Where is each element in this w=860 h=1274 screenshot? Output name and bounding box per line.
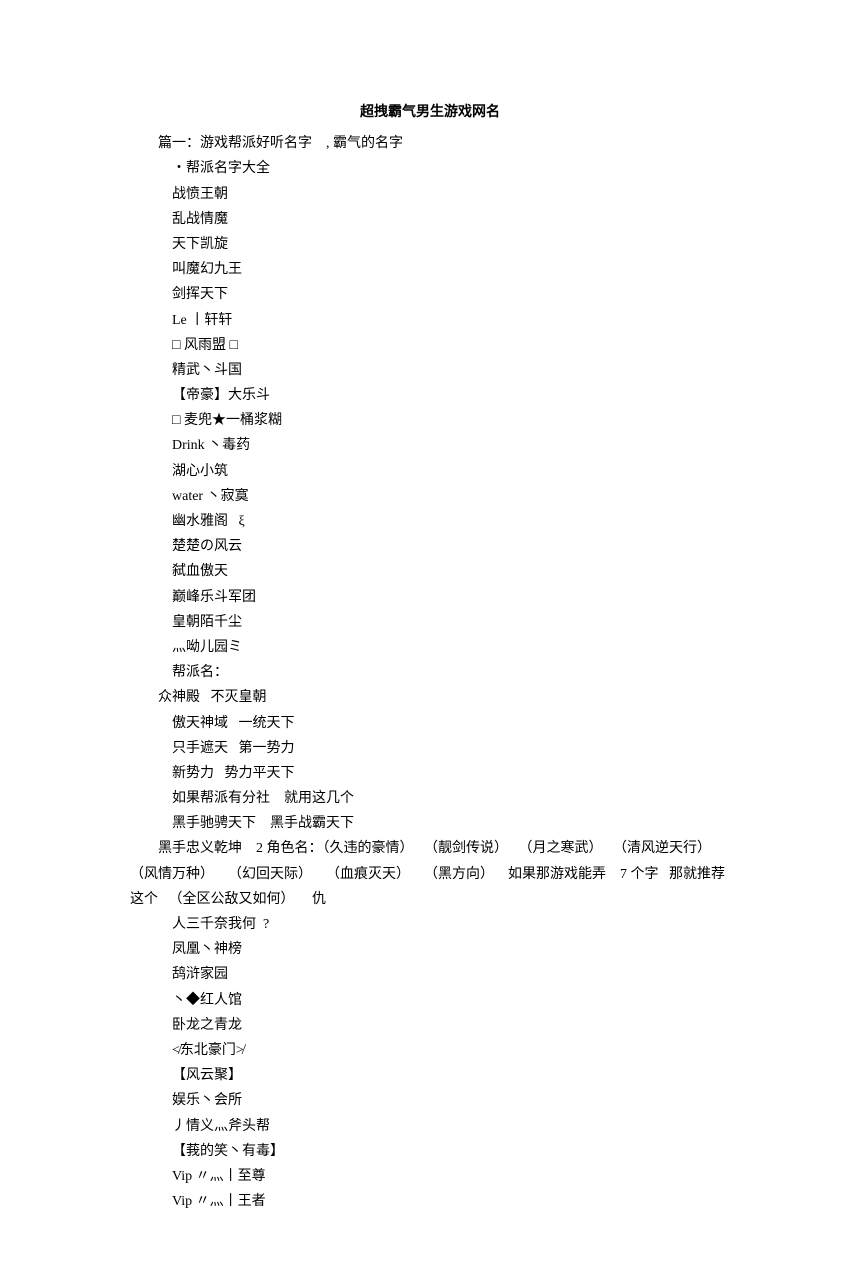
- name-line: 剑挥天下: [130, 282, 730, 307]
- name-line: 巅峰乐斗军团: [130, 585, 730, 610]
- name-line: 天下凯旋: [130, 232, 730, 257]
- name-line: Vip 〃灬丨王者: [130, 1189, 730, 1214]
- name-line: 黑手驰骋天下 黑手战霸天下: [130, 811, 730, 836]
- name-line: 傲天神域 一统天下: [130, 711, 730, 736]
- name-line: 众神殿 不灭皇朝: [130, 685, 730, 710]
- name-line: 丶◆红人馆: [130, 988, 730, 1013]
- paragraph-line: 这个 （全区公敌又如何） 仇: [130, 887, 730, 912]
- document-title: 超拽霸气男生游戏网名: [130, 100, 730, 125]
- name-line: 丿情义灬斧头帮: [130, 1114, 730, 1139]
- name-line: Drink 丶毒药: [130, 433, 730, 458]
- name-line: 娱乐丶会所: [130, 1088, 730, 1113]
- name-line: □ 麦兜★一桶浆糊: [130, 408, 730, 433]
- name-line: 鸹浒家园: [130, 962, 730, 987]
- name-line: 精武丶斗国: [130, 358, 730, 383]
- section-header: 篇一：游戏帮派好听名字 , 霸气的名字: [130, 131, 730, 156]
- name-line: 【莪的笑丶有毒】: [130, 1139, 730, 1164]
- name-line: 乱战情魔: [130, 207, 730, 232]
- name-line: 湖心小筑: [130, 459, 730, 484]
- name-line: 新势力 势力平天下: [130, 761, 730, 786]
- name-line: 只手遮天 第一势力: [130, 736, 730, 761]
- name-line: 帮派名：: [130, 660, 730, 685]
- name-line: Vip 〃灬丨至尊: [130, 1164, 730, 1189]
- name-line: ≮东北豪门≯: [130, 1038, 730, 1063]
- name-line: water 丶寂寞: [130, 484, 730, 509]
- name-line: 叫魔幻九王: [130, 257, 730, 282]
- name-line: 战愤王朝: [130, 182, 730, 207]
- name-line: 弑血傲天: [130, 559, 730, 584]
- name-line: 【风云聚】: [130, 1063, 730, 1088]
- name-line: 楚楚の风云: [130, 534, 730, 559]
- name-line: □ 风雨盟 □: [130, 333, 730, 358]
- name-line: 卧龙之青龙: [130, 1013, 730, 1038]
- paragraph-line: （风情万种） （幻回天际） （血痕灭天） （黑方向） 如果那游戏能弄 7 个字 …: [130, 862, 730, 887]
- subtitle: ・帮派名字大全: [130, 156, 730, 181]
- name-line: 皇朝陌千尘: [130, 610, 730, 635]
- name-line: 【帝豪】大乐斗: [130, 383, 730, 408]
- paragraph-line: 黑手忠义乾坤 2 角色名：（久违的豪情） （靓剑传说） （月之寒武） （清风逆天…: [130, 836, 730, 861]
- name-line: 凤凰丶神榜: [130, 937, 730, 962]
- name-line: 灬呦儿园ミ: [130, 635, 730, 660]
- name-line: Le 丨轩轩: [130, 308, 730, 333]
- name-line: 幽水雅阁 ξ: [130, 509, 730, 534]
- name-line: 如果帮派有分社 就用这几个: [130, 786, 730, 811]
- name-line: 人三千奈我何 ?: [130, 912, 730, 937]
